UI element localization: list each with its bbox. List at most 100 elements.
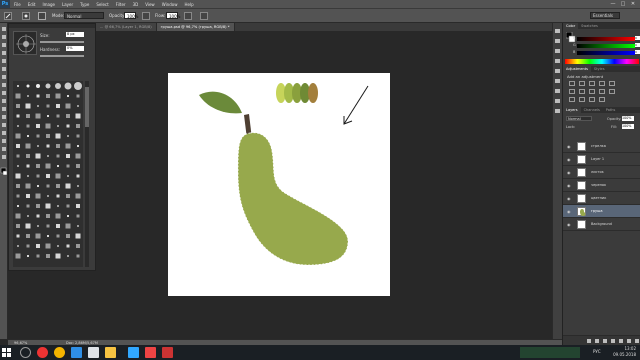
size-slider[interactable]: [40, 41, 84, 43]
pressure-size-icon[interactable]: [200, 12, 208, 20]
layer-thumbnail: [577, 220, 586, 229]
layer-row[interactable]: ◉ листок: [563, 166, 640, 179]
menu-type[interactable]: Type: [80, 2, 89, 7]
color-g-value[interactable]: 0: [635, 43, 640, 47]
media-app-icon[interactable]: [145, 347, 156, 358]
brush-preset-thumb: [57, 245, 59, 247]
tab-layers[interactable]: Layers: [563, 107, 581, 113]
ie-browser-icon[interactable]: [71, 347, 82, 358]
menu-edit[interactable]: Edit: [28, 2, 36, 7]
maximize-button[interactable]: □: [618, 0, 628, 8]
vibrance-icon[interactable]: [609, 81, 615, 86]
close-button[interactable]: ✕: [628, 0, 638, 8]
clock[interactable]: 13:02 09.05.2018: [613, 346, 636, 358]
flow-field[interactable]: 100%: [166, 12, 180, 19]
menu-window[interactable]: Window: [162, 2, 178, 7]
fill-field[interactable]: 100%: [622, 124, 634, 129]
brush-tip-preview[interactable]: [13, 31, 37, 55]
brush-list-scrollbar[interactable]: [85, 81, 89, 267]
size-field[interactable]: 8 px: [66, 32, 84, 37]
black-white-icon[interactable]: [589, 89, 595, 94]
menu-3d[interactable]: 3D: [133, 2, 139, 7]
photoshop-taskbar-icon[interactable]: [128, 347, 139, 358]
blend-mode-select[interactable]: Normal: [566, 116, 592, 121]
hardness-field[interactable]: 0%: [66, 46, 84, 51]
layer-row[interactable]: ◉ цветник: [563, 192, 640, 205]
menu-filter[interactable]: Filter: [116, 2, 126, 7]
menu-image[interactable]: Image: [42, 2, 55, 7]
hardness-slider[interactable]: [40, 55, 84, 57]
channel-mixer-icon[interactable]: [609, 89, 615, 94]
visibility-eye-icon[interactable]: ◉: [567, 209, 571, 214]
tab-styles[interactable]: Styles: [591, 66, 608, 72]
tab-swatches[interactable]: Swatches: [578, 23, 601, 29]
color-g-slider[interactable]: [577, 44, 635, 48]
brush-preset-thumb: [55, 213, 61, 219]
file-explorer-icon[interactable]: [105, 347, 116, 358]
brush-preset-thumb: [16, 144, 20, 148]
color-spectrum-bar[interactable]: [565, 59, 639, 64]
pressure-opacity-icon[interactable]: [142, 12, 150, 20]
airbrush-icon[interactable]: [184, 12, 192, 20]
visibility-eye-icon[interactable]: ◉: [567, 222, 571, 227]
workspace-select[interactable]: Essentials: [590, 12, 620, 19]
menu-file[interactable]: File: [14, 2, 21, 7]
toggle-brush-panel-icon[interactable]: [38, 12, 46, 20]
skype-icon[interactable]: [88, 347, 99, 358]
layer-row[interactable]: ◉ черенок: [563, 179, 640, 192]
brush-preset-thumb: [36, 254, 40, 258]
photo-filter-icon[interactable]: [599, 89, 605, 94]
color-b-value[interactable]: 0: [635, 50, 640, 54]
menu-view[interactable]: View: [145, 2, 155, 7]
tab-adjustments[interactable]: Adjustments: [563, 66, 591, 72]
color-balance-icon[interactable]: [579, 89, 585, 94]
visibility-eye-icon[interactable]: ◉: [567, 196, 571, 201]
fill-label: Fill:: [611, 125, 617, 129]
threshold-icon[interactable]: [589, 97, 595, 102]
exposure-icon[interactable]: [599, 81, 605, 86]
visibility-eye-icon[interactable]: ◉: [567, 144, 571, 149]
layer-row[interactable]: ◉ Layer 1: [563, 153, 640, 166]
invert-icon[interactable]: [569, 97, 575, 102]
layer-row[interactable]: ◉ Background: [563, 218, 640, 231]
opacity-field[interactable]: 100%: [124, 12, 138, 19]
hue-saturation-icon[interactable]: [569, 89, 575, 94]
tab-color[interactable]: Color: [563, 23, 579, 29]
minimize-button[interactable]: —: [608, 0, 618, 8]
tab-channels[interactable]: Channels: [581, 107, 603, 113]
levels-icon[interactable]: [579, 81, 585, 86]
visibility-eye-icon[interactable]: ◉: [567, 170, 571, 175]
brush-preset-grid[interactable]: [13, 81, 83, 267]
canvas[interactable]: [168, 73, 390, 296]
menu-select[interactable]: Select: [96, 2, 108, 7]
posterize-icon[interactable]: [579, 97, 585, 102]
menu-help[interactable]: Help: [184, 2, 193, 7]
mode-select[interactable]: Normal: [64, 12, 104, 19]
layer-row[interactable]: ◉ стрелка: [563, 140, 640, 153]
gradient-map-icon[interactable]: [599, 97, 605, 102]
language-indicator[interactable]: РУС: [593, 349, 601, 354]
brush-picker-icon[interactable]: [22, 12, 30, 20]
tab-document-1[interactable]: ... @ 66,7% (Layer 1, RGB/8): [96, 23, 157, 31]
layer-name: Layer 1: [591, 157, 605, 161]
visibility-eye-icon[interactable]: ◉: [567, 157, 571, 162]
menu-layer[interactable]: Layer: [62, 2, 73, 7]
chrome-browser-icon[interactable]: [54, 347, 65, 358]
visibility-eye-icon[interactable]: ◉: [567, 183, 571, 188]
video-app-icon[interactable]: [162, 347, 173, 358]
layer-row-selected[interactable]: ◉ груша: [563, 205, 640, 218]
layer-opacity-field[interactable]: 100%: [622, 116, 634, 121]
opera-browser-icon[interactable]: [37, 347, 48, 358]
color-b-slider[interactable]: [577, 51, 635, 55]
tab-document-pear[interactable]: груша.psd @ 96,7% (груша, RGB/8) *: [156, 23, 235, 31]
tab-paths[interactable]: Paths: [603, 107, 619, 113]
color-r-value[interactable]: 0: [635, 36, 640, 40]
brush-tool-preset-icon[interactable]: [4, 12, 12, 20]
brush-preset-thumb: [46, 214, 50, 218]
windows-start-icon[interactable]: [2, 348, 11, 357]
tool-icons[interactable]: [0, 23, 8, 339]
brightness-contrast-icon[interactable]: [569, 81, 575, 86]
curves-icon[interactable]: [589, 81, 595, 86]
color-r-slider[interactable]: [577, 37, 635, 41]
search-icon[interactable]: [20, 347, 31, 358]
